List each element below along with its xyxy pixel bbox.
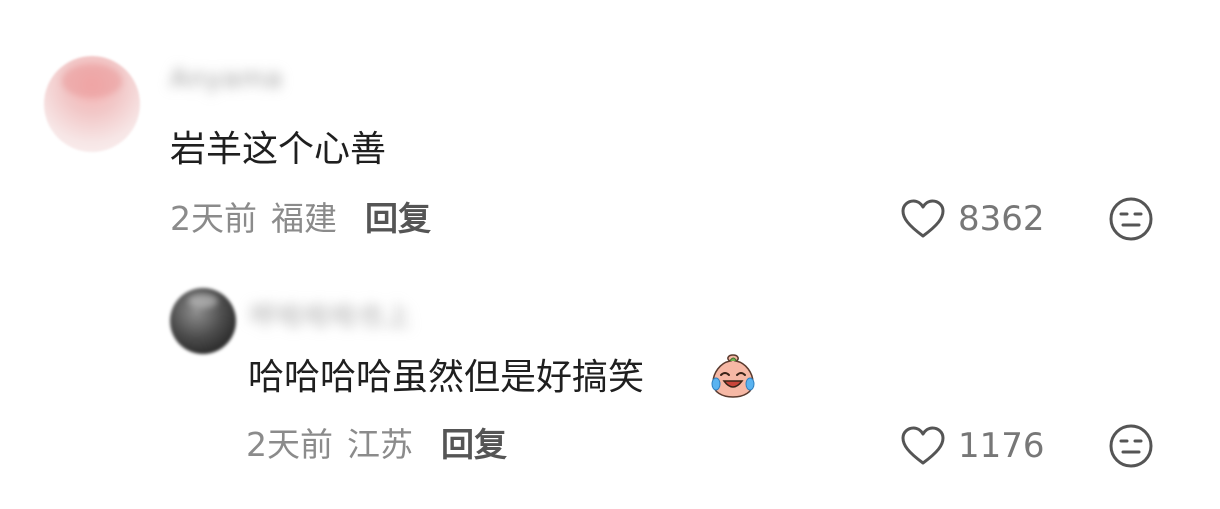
username[interactable]: 呼哈哈哈也上 bbox=[250, 296, 412, 333]
like-button[interactable]: 1176 bbox=[900, 424, 1045, 468]
reply-button[interactable]: 回复 bbox=[441, 428, 507, 461]
neutral-face-icon bbox=[1109, 424, 1153, 468]
dislike-button[interactable] bbox=[1108, 423, 1154, 469]
comment-text: 哈哈哈哈虽然但是好搞笑 bbox=[248, 357, 645, 398]
comment-meta: 2天前 福建 回复 bbox=[170, 202, 431, 235]
comment-text: 岩羊这个心善 bbox=[170, 129, 387, 170]
avatar[interactable] bbox=[170, 288, 236, 354]
avatar-blurred-image bbox=[62, 64, 122, 98]
reply-button[interactable]: 回复 bbox=[365, 202, 431, 235]
heart-outline-icon bbox=[901, 426, 945, 465]
comment-location: 福建 bbox=[271, 199, 337, 238]
heart-outline-icon bbox=[901, 199, 945, 238]
like-button[interactable]: 8362 bbox=[900, 197, 1045, 241]
neutral-face-icon bbox=[1109, 197, 1153, 241]
avatar-blurred-image bbox=[188, 294, 218, 308]
comment-time: 2天前 bbox=[170, 199, 257, 238]
avatar[interactable] bbox=[44, 56, 140, 152]
dislike-button[interactable] bbox=[1108, 196, 1154, 242]
laughing-tears-emoji bbox=[711, 354, 755, 398]
username[interactable]: Anyama bbox=[170, 64, 283, 94]
comment-time: 2天前 bbox=[246, 425, 333, 464]
comment-location: 江苏 bbox=[347, 425, 413, 464]
like-count: 8362 bbox=[958, 199, 1045, 239]
like-count: 1176 bbox=[958, 426, 1045, 466]
comment-meta: 2天前 江苏 回复 bbox=[246, 428, 507, 461]
